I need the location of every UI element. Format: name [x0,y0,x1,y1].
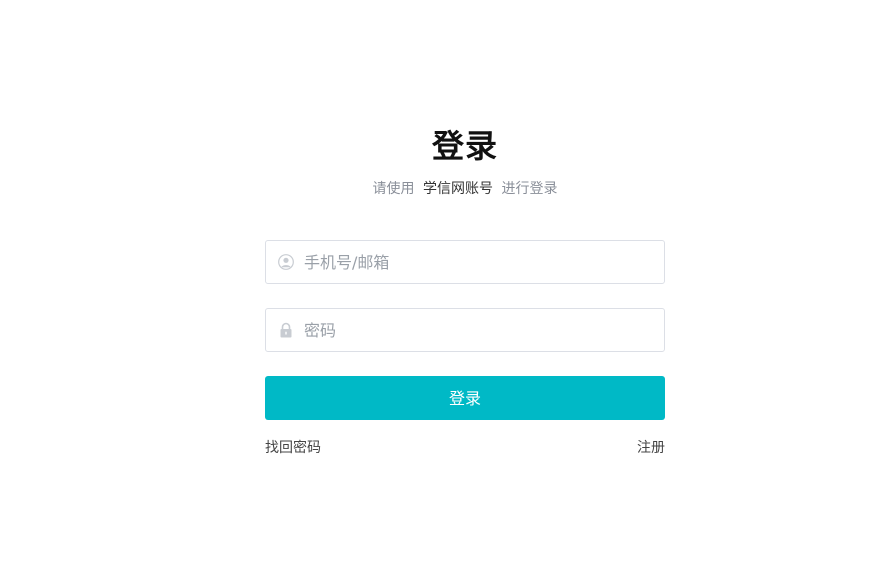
login-page: 登录 请使用 学信网账号 进行登录 登录 找回密码 注册 [0,0,892,570]
register-link[interactable]: 注册 [637,438,665,458]
subtitle-account-name: 学信网账号 [423,181,493,197]
subtitle-suffix: 进行登录 [501,181,558,197]
subtitle-prefix: 请使用 [372,181,415,197]
lock-icon [278,322,294,338]
login-button[interactable]: 登录 [265,376,665,420]
login-subtitle: 请使用 学信网账号 进行登录 [0,179,892,199]
user-icon [278,254,294,270]
username-input[interactable] [304,241,654,283]
password-field[interactable] [265,308,665,352]
password-input[interactable] [304,309,654,351]
username-field[interactable] [265,240,665,284]
page-title: 登录 [431,127,498,165]
forgot-password-link[interactable]: 找回密码 [265,438,321,458]
